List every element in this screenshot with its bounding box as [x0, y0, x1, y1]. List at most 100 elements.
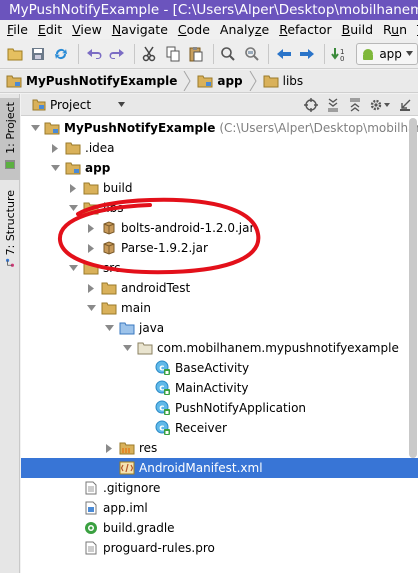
tree-item-label: build.gradle [103, 521, 175, 535]
breadcrumb-item-app[interactable]: app [195, 74, 244, 88]
project-view-select[interactable]: Project [31, 96, 129, 114]
folder-icon [83, 200, 99, 216]
menu-label-part: ode [186, 22, 210, 37]
menu-item-build[interactable]: Build [337, 22, 378, 37]
expand-arrow-down-icon[interactable] [67, 258, 79, 278]
tree-row[interactable]: build.gradle [21, 518, 418, 538]
menu-mnemonic: E [37, 22, 46, 37]
expand-arrow-down-icon[interactable] [121, 338, 133, 358]
tree-row[interactable]: proguard-rules.pro [21, 538, 418, 558]
back-icon[interactable] [273, 43, 294, 65]
tree-row[interactable]: libs [21, 198, 418, 218]
expand-arrow-right-icon[interactable] [103, 438, 115, 458]
tree-row[interactable]: c Receiver [21, 418, 418, 438]
jar-archive-icon [101, 240, 117, 256]
expand-arrow-down-icon[interactable] [31, 118, 40, 138]
tree-row[interactable]: MyPushNotifyExample (C:\Users\Alper\Deskt… [21, 118, 418, 138]
tree-row[interactable]: bolts-android-1.2.0.jar [21, 218, 418, 238]
tree-item-label: libs [103, 201, 124, 215]
scrollbar-thumb[interactable] [409, 118, 417, 458]
breadcrumb-label: MyPushNotifyExample [26, 74, 178, 88]
expand-arrow-right-icon[interactable] [67, 178, 79, 198]
redo-icon[interactable] [106, 43, 127, 65]
vertical-scrollbar[interactable] [409, 118, 417, 478]
tree-item-label: MyPushNotifyExample [64, 121, 216, 135]
menu-item-analyze[interactable]: Analyze [215, 22, 274, 37]
make-project-icon[interactable]: 10 [329, 43, 350, 65]
tree-row[interactable]: java [21, 318, 418, 338]
open-folder-icon[interactable] [4, 43, 25, 65]
tree-row[interactable]: app [21, 158, 418, 178]
project-view-icon [32, 99, 46, 110]
replace-icon[interactable] [241, 43, 262, 65]
forward-icon[interactable] [297, 43, 318, 65]
settings-gear-icon[interactable] [368, 96, 392, 114]
menu-item-run[interactable]: Run [378, 22, 412, 37]
undo-icon[interactable] [83, 43, 104, 65]
menu-item-edit[interactable]: Edit [33, 22, 67, 37]
tree-row[interactable]: app.iml [21, 498, 418, 518]
expand-arrow-down-icon[interactable] [85, 298, 97, 318]
tab-project[interactable]: 1: Project [0, 98, 20, 180]
paste-icon[interactable] [185, 43, 206, 65]
expand-arrow-right-icon[interactable] [85, 238, 97, 258]
tab-structure[interactable]: 7: Structure [0, 190, 20, 268]
expand-arrow-right-icon[interactable] [85, 218, 97, 238]
folder-icon [263, 75, 279, 87]
cut-icon[interactable] [139, 43, 160, 65]
expand-arrow-right-icon[interactable] [85, 278, 97, 298]
menu-item-navigate[interactable]: Navigate [107, 22, 173, 37]
tree-row[interactable]: Parse-1.9.2.jar [21, 238, 418, 258]
tree-row[interactable]: c PushNotifyApplication [21, 398, 418, 418]
tree-item-label: app [85, 161, 111, 175]
tree-row[interactable]: .gitignore [21, 478, 418, 498]
folder-icon [101, 280, 117, 296]
expand-all-icon[interactable] [324, 96, 342, 114]
text-file-icon [83, 540, 99, 556]
tree-row[interactable]: c MainActivity [21, 378, 418, 398]
tree-row[interactable]: .idea [21, 138, 418, 158]
tree-row-selected[interactable]: AndroidManifest.xml [21, 458, 418, 478]
tree-row[interactable]: com.mobilhanem.mypushnotifyexample [21, 338, 418, 358]
expand-arrow-right-icon[interactable] [49, 138, 61, 158]
copy-icon[interactable] [162, 43, 183, 65]
tree-row[interactable]: res [21, 438, 418, 458]
find-icon[interactable] [218, 43, 239, 65]
expand-arrow-down-icon[interactable] [103, 318, 115, 338]
navigation-breadcrumb: MyPushNotifyExample app libs [0, 70, 418, 93]
collapse-all-icon[interactable] [346, 96, 364, 114]
breadcrumb-item-libs[interactable]: libs [261, 74, 306, 88]
menu-mnemonic: N [111, 22, 122, 37]
tree-row[interactable]: main [21, 298, 418, 318]
save-icon[interactable] [27, 43, 48, 65]
module-folder-icon [44, 120, 60, 136]
tree-row[interactable]: androidTest [21, 278, 418, 298]
toolbar-separator [78, 43, 79, 64]
menu-mnemonic: C [177, 22, 187, 37]
menu-item-tools[interactable]: Tools [412, 22, 418, 37]
expand-arrow-down-icon[interactable] [49, 158, 61, 178]
menu-item-code[interactable]: Code [173, 22, 215, 37]
tree-row[interactable]: build [21, 178, 418, 198]
menu-label-part: efactor [287, 22, 332, 37]
expand-arrow-down-icon[interactable] [67, 198, 79, 218]
tree-row[interactable]: src [21, 258, 418, 278]
run-configuration-select[interactable]: app [356, 42, 418, 65]
svg-text:0: 0 [340, 55, 344, 62]
menu-mnemonic: B [341, 22, 351, 37]
scroll-from-source-icon[interactable] [302, 96, 320, 114]
tree-row[interactable]: c BaseActivity [21, 358, 418, 378]
menu-item-refactor[interactable]: Refactor [274, 22, 336, 37]
breadcrumb-item-project[interactable]: MyPushNotifyExample [4, 74, 179, 88]
sync-icon[interactable] [51, 43, 72, 65]
project-view-label: Project [50, 97, 92, 112]
hide-panel-icon[interactable] [396, 96, 414, 114]
menu-item-file[interactable]: File [0, 22, 33, 37]
project-tree: MyPushNotifyExample (C:\Users\Alper\Deskt… [21, 116, 418, 573]
menu-item-view[interactable]: View [67, 22, 107, 37]
project-panel-header: Project [21, 94, 418, 116]
folder-icon [65, 140, 81, 156]
window-title-bar[interactable]: MyPushNotifyExample - [C:\Users\Alper\De… [0, 0, 418, 20]
package-icon [137, 340, 153, 356]
